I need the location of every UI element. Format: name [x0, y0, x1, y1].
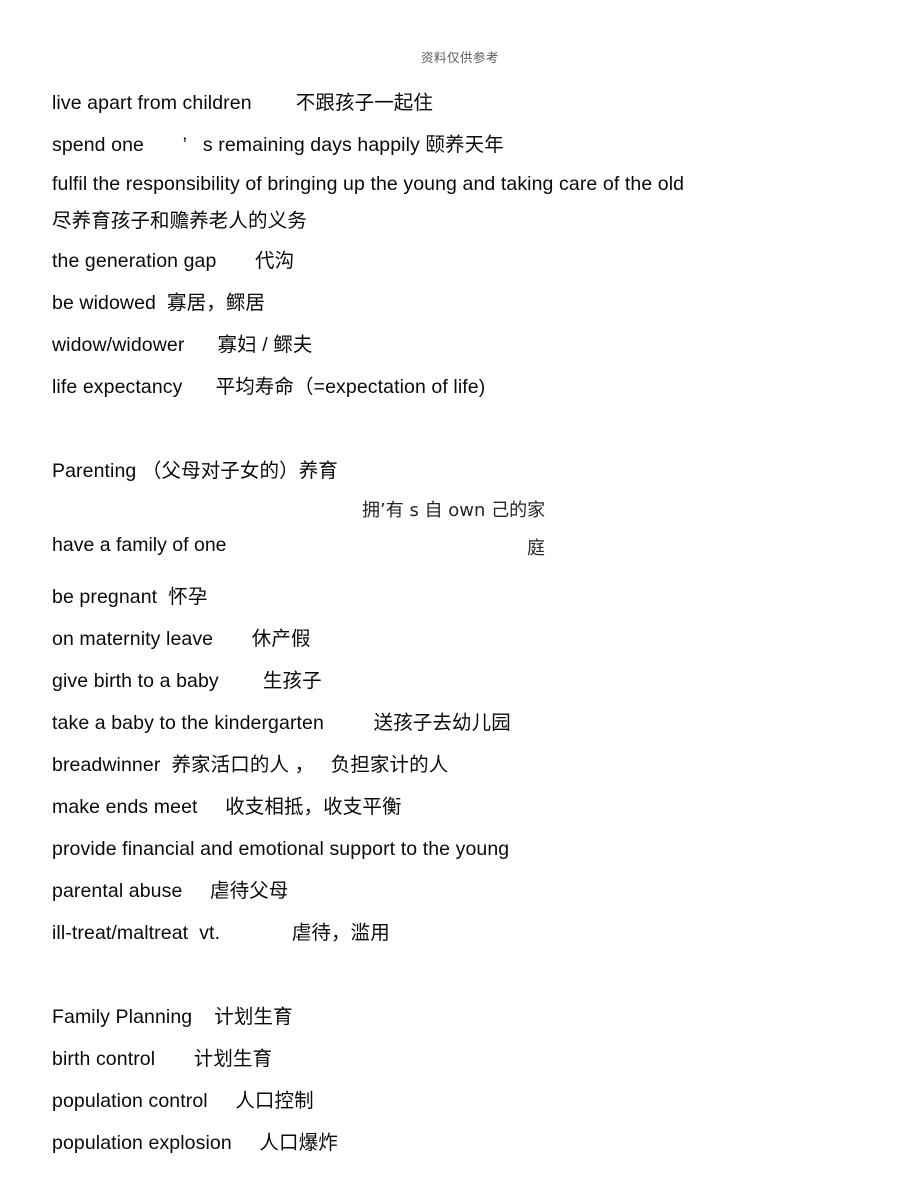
spacer-before-family-planning	[52, 954, 872, 996]
document-page: 资料仅供参考 live apart from children 不跟孩子一起住 …	[0, 0, 920, 1192]
vocab-line-live-apart: live apart from children 不跟孩子一起住	[52, 92, 433, 114]
page-header-note: 资料仅供参考	[420, 51, 499, 65]
vocab-line-population-control: population control 人口控制	[52, 1090, 314, 1112]
document-body: live apart from children 不跟孩子一起住 spend o…	[52, 82, 872, 1164]
section-heading-parenting: Parenting （父母对子女的）养育	[52, 460, 338, 482]
vocab-line-breadwinner: breadwinner 养家活口的人 ， 负担家计的人	[52, 754, 449, 776]
garbled-overlay-text: 拥’有 s 自 own 己的家	[362, 500, 546, 521]
section-heading-family-planning: Family Planning 计划生育	[52, 1006, 293, 1028]
vocab-line-make-ends-meet: make ends meet 收支相抵，收支平衡	[52, 796, 402, 818]
vocab-line-spend-one-s: spend one ’ s remaining days happily 颐养天…	[52, 134, 504, 156]
spacer-before-parenting	[52, 408, 872, 450]
vocab-line-give-birth: give birth to a baby 生孩子	[52, 670, 322, 692]
vocab-line-parental-abuse: parental abuse 虐待父母	[52, 880, 289, 902]
garbled-overlay-text-tail: 庭	[527, 538, 545, 559]
vocab-line-fulfil-responsibility: fulfil the responsibility of bringing up…	[52, 173, 685, 232]
vocab-line-be-pregnant: be pregnant 怀孕	[52, 586, 208, 608]
vocab-line-provide-support: provide financial and emotional support …	[52, 838, 510, 860]
vocab-line-population-explosion: population explosion 人口爆炸	[52, 1132, 338, 1154]
vocab-line-maternity-leave: on maternity leave 休产假	[52, 628, 311, 650]
vocab-line-life-expectancy: life expectancy 平均寿命（=expectation of lif…	[52, 376, 486, 398]
vocab-line-be-widowed: be widowed 寡居，鳏居	[52, 292, 266, 314]
vocab-line-generation-gap: the generation gap 代沟	[52, 250, 295, 272]
vocab-line-ill-treat: ill-treat/maltreat vt. 虐待，滥用	[52, 922, 390, 944]
vocab-line-have-a-family: 拥’有 s 自 own 己的家 庭 have a family of one	[52, 492, 872, 576]
vocab-line-birth-control: birth control 计划生育	[52, 1048, 273, 1070]
vocab-line-kindergarten: take a baby to the kindergarten 送孩子去幼儿园	[52, 712, 511, 734]
vocab-line-have-a-family-english: have a family of one	[52, 534, 227, 556]
vocab-line-widow-widower: widow/widower 寡妇 / 鳏夫	[52, 334, 313, 356]
